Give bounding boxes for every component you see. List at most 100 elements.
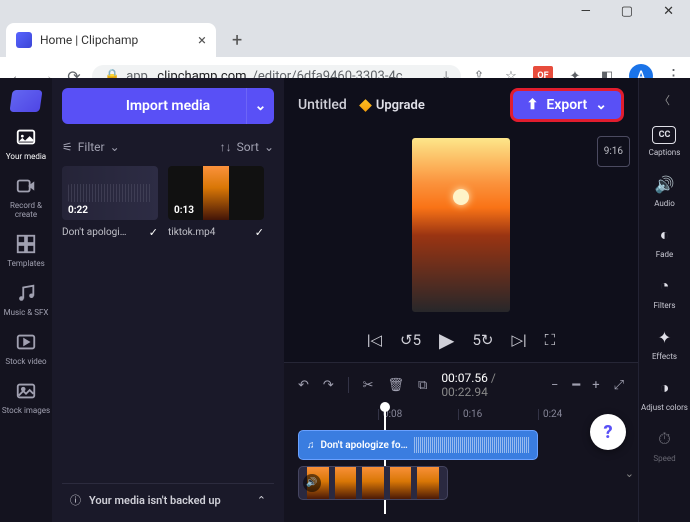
- import-dropdown[interactable]: ⌄: [246, 88, 274, 124]
- media-duration: 0:22: [68, 205, 88, 216]
- chevron-down-icon: ⌄: [110, 140, 120, 154]
- fade-icon: ◐: [654, 224, 676, 246]
- split-button[interactable]: ✂: [363, 378, 374, 393]
- media-panel: Import media ⌄ ⚟ Filter ⌄ ↑↓ Sort ⌄ 0:22: [52, 78, 284, 522]
- skip-back-button[interactable]: |◁: [367, 331, 382, 349]
- tab-close-icon[interactable]: ×: [198, 31, 206, 49]
- media-thumbnail: 0:22: [62, 166, 158, 220]
- waveform-icon: [68, 184, 152, 202]
- filter-label: Filter: [78, 140, 105, 154]
- stock-video-icon: [15, 331, 37, 353]
- nav-label: Your media: [6, 152, 46, 161]
- export-label: Export: [546, 97, 587, 113]
- nav-record-create[interactable]: Record & create: [0, 175, 52, 219]
- stock-image-icon: [15, 380, 37, 402]
- captions-icon: CC: [652, 126, 676, 144]
- nav-music-sfx[interactable]: Music & SFX: [4, 282, 49, 317]
- video-clip[interactable]: 🔊: [298, 466, 448, 500]
- media-item[interactable]: 0:13 tiktok.mp4 ✓: [168, 166, 264, 239]
- ruler-mark: 0:08: [378, 409, 458, 420]
- zoom-out-button[interactable]: −: [551, 378, 558, 393]
- nav-stock-video[interactable]: Stock video: [5, 331, 46, 366]
- media-duration: 0:13: [174, 205, 194, 216]
- panel-label: Adjust colors: [641, 403, 688, 412]
- panel-effects[interactable]: ✦ Effects: [652, 326, 677, 361]
- forward-5-button[interactable]: 5↻: [472, 331, 493, 349]
- panel-adjust-colors[interactable]: ◑ Adjust colors: [641, 377, 688, 412]
- window-close[interactable]: ✕: [663, 4, 674, 19]
- window-minimize[interactable]: —: [581, 4, 591, 19]
- zoom-in-button[interactable]: +: [592, 378, 599, 393]
- zoom-slider[interactable]: ━: [572, 378, 578, 393]
- nav-label: Stock images: [2, 406, 50, 415]
- window-maximize[interactable]: ▢: [621, 4, 633, 19]
- audio-clip[interactable]: ♫ Don't apologize fo…: [298, 430, 538, 460]
- export-button[interactable]: ⬆ Export ⌄: [510, 88, 624, 122]
- backup-banner[interactable]: ⓘ Your media isn't backed up ⌃: [62, 483, 274, 516]
- media-thumbnail: 0:13: [168, 166, 264, 220]
- project-title[interactable]: Untitled: [298, 97, 347, 113]
- info-icon: ⓘ: [70, 492, 81, 508]
- ruler-mark: [298, 409, 378, 420]
- play-button[interactable]: ▶: [439, 328, 454, 352]
- preview-area: 9:16: [284, 132, 638, 318]
- mute-icon[interactable]: 🔊: [303, 474, 321, 492]
- waveform: [414, 437, 529, 453]
- timeline-tracks: ♫ Don't apologize fo… 🔊: [284, 424, 638, 506]
- panel-label: Captions: [649, 148, 681, 157]
- nav-your-media[interactable]: Your media: [6, 126, 46, 161]
- timeline-ruler[interactable]: 0:08 0:16 0:24: [284, 407, 638, 424]
- panel-speed[interactable]: ⏱ Speed: [653, 428, 675, 463]
- panel-audio[interactable]: 🔊 Audio: [654, 173, 676, 208]
- video-preview[interactable]: [412, 138, 510, 312]
- duplicate-button[interactable]: ⧉: [418, 378, 427, 393]
- media-filename: tiktok.mp4: [168, 227, 215, 238]
- skip-forward-button[interactable]: ▷|: [511, 331, 526, 349]
- aspect-ratio-button[interactable]: 9:16: [597, 136, 630, 167]
- editor-topbar: Untitled Upgrade ⬆ Export ⌄: [284, 78, 638, 132]
- rewind-5-button[interactable]: ↺5: [400, 331, 421, 349]
- timecode: 00:07.56 / 00:22.94: [441, 371, 523, 399]
- panel-captions[interactable]: CC Captions: [649, 126, 681, 157]
- diamond-icon: [359, 99, 372, 112]
- nav-templates[interactable]: Templates: [7, 233, 44, 268]
- chevron-up-icon: ⌃: [257, 494, 266, 507]
- import-media-button[interactable]: Import media ⌄: [62, 88, 274, 124]
- media-item[interactable]: 0:22 Don't apologi… ✓: [62, 166, 158, 239]
- browser-chrome: — ▢ ✕ Home | Clipchamp × + ← → ⟳ 🔒 app.c…: [0, 0, 690, 78]
- templates-icon: [15, 233, 37, 255]
- upgrade-button[interactable]: Upgrade: [361, 98, 425, 113]
- filter-icon: ⚟: [62, 140, 73, 154]
- chevron-down-icon: ⌄: [595, 97, 607, 113]
- nav-stock-images[interactable]: Stock images: [2, 380, 50, 415]
- chevron-down-icon: ⌄: [264, 140, 274, 154]
- sort-icon: ↑↓: [220, 140, 232, 154]
- timeline-toolbar: ↶ ↷ ✂ 🗑 ⧉ 00:07.56 / 00:22.94 − ━ + ⤢: [284, 363, 638, 407]
- redo-button[interactable]: ↷: [323, 378, 334, 393]
- sort-label: Sort: [237, 140, 259, 154]
- fullscreen-button[interactable]: ⛶: [545, 331, 556, 349]
- undo-button[interactable]: ↶: [298, 378, 309, 393]
- delete-button[interactable]: 🗑: [388, 378, 405, 393]
- zoom-fit-button[interactable]: ⤢: [614, 378, 624, 393]
- sort-button[interactable]: ↑↓ Sort ⌄: [220, 140, 274, 154]
- panel-fade[interactable]: ◐ Fade: [654, 224, 676, 259]
- adjust-colors-icon: ◑: [653, 377, 675, 399]
- new-tab-button[interactable]: +: [226, 24, 248, 57]
- ruler-mark: 0:16: [458, 409, 538, 420]
- browser-tab[interactable]: Home | Clipchamp ×: [6, 23, 216, 57]
- filters-icon: ◔: [653, 275, 675, 297]
- clipchamp-logo[interactable]: [9, 90, 42, 112]
- filter-button[interactable]: ⚟ Filter ⌄: [62, 140, 120, 154]
- player-controls: |◁ ↺5 ▶ 5↻ ▷| ⛶: [284, 318, 638, 362]
- audio-clip-label: Don't apologize fo…: [321, 440, 408, 451]
- panel-label: Effects: [652, 352, 677, 361]
- panel-label: Fade: [656, 250, 673, 259]
- upload-icon: ⬆: [527, 97, 539, 113]
- upgrade-label: Upgrade: [376, 98, 425, 113]
- time-total: 00:22.94: [441, 385, 488, 399]
- tab-favicon: [16, 32, 32, 48]
- collapse-panel-icon[interactable]: 〈: [659, 92, 670, 108]
- panel-filters[interactable]: ◔ Filters: [653, 275, 675, 310]
- music-icon: [15, 282, 37, 304]
